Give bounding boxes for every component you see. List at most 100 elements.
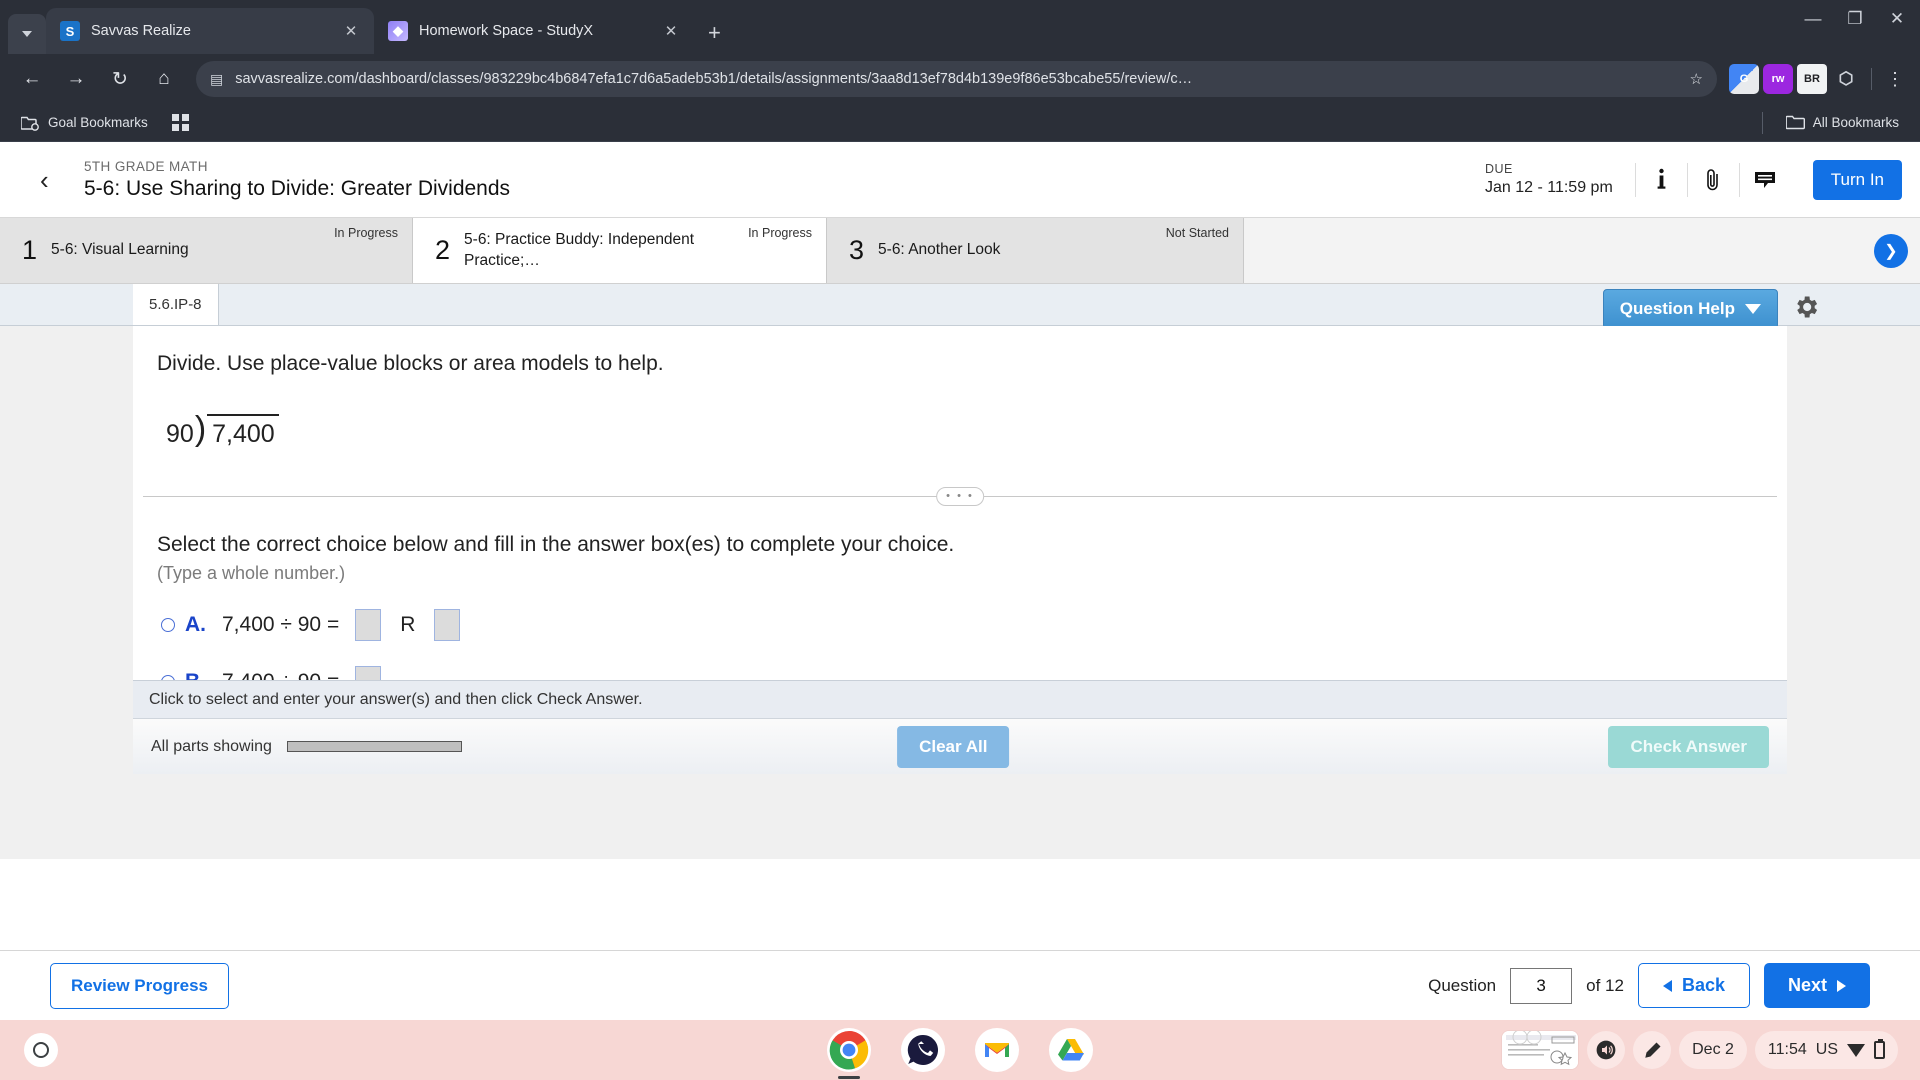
home-icon[interactable]: ⌂: [144, 59, 184, 99]
gear-glyph: [1797, 296, 1818, 317]
divider-dots[interactable]: • • •: [936, 487, 984, 506]
bookmark-goal-bookmarks[interactable]: Goal Bookmarks: [14, 112, 155, 134]
type-note: (Type a whole number.): [157, 563, 346, 583]
bookmarks-bar: Goal Bookmarks All Bookmarks: [0, 104, 1920, 142]
screen-root: S Savvas Realize ✕ ◆ Homework Space - St…: [0, 0, 1920, 1080]
chrome-icon[interactable]: [827, 1028, 871, 1079]
assignment-titles: 5TH GRADE MATH 5-6: Use Sharing to Divid…: [84, 159, 510, 201]
bookmark-apps-grid[interactable]: [165, 111, 196, 134]
section-label: 5-6: Practice Buddy: Independent Practic…: [464, 231, 695, 269]
battery-icon: [1874, 1039, 1885, 1059]
bookmark-label: Goal Bookmarks: [48, 115, 148, 130]
close-icon[interactable]: ✕: [340, 22, 362, 40]
tray-time: 11:54: [1767, 1041, 1807, 1058]
parts-slider[interactable]: [286, 741, 462, 752]
back-chevron-icon[interactable]: ‹: [40, 167, 70, 193]
status-tray-button[interactable]: 11:54 US: [1754, 1031, 1898, 1069]
parts-showing-label: All parts showing: [151, 737, 272, 755]
question-action-bar: All parts showing Clear All Check Answer: [133, 718, 1787, 774]
close-window-icon[interactable]: ✕: [1884, 8, 1910, 30]
answer-input-a1[interactable]: [355, 609, 382, 641]
date-tray-button[interactable]: Dec 2: [1679, 1031, 1747, 1069]
choice-expression: 7,400 ÷ 90 =: [222, 613, 340, 636]
back-icon[interactable]: ←: [12, 59, 52, 99]
toolbar-divider: [1871, 68, 1872, 90]
tab-title: Savvas Realize: [91, 23, 191, 39]
google-translate-extension-icon[interactable]: G: [1729, 64, 1759, 94]
radio-button-a[interactable]: [161, 618, 175, 632]
bookmarks-divider: [1761, 111, 1763, 134]
question-help-button[interactable]: Question Help: [1602, 289, 1778, 329]
tray-locale: US: [1815, 1041, 1838, 1058]
section-tabs-spacer: [1244, 218, 1920, 283]
pen-glyph: [1644, 1042, 1661, 1058]
close-icon[interactable]: ✕: [660, 22, 682, 40]
browser-toolbar: ← → ↻ ⌂ ▤ savvasrealize.com/dashboard/cl…: [0, 54, 1920, 104]
assignment-header-actions: DUE Jan 12 - 11:59 pm Turn In: [1484, 159, 1902, 200]
reload-icon[interactable]: ↻: [100, 59, 140, 99]
clear-all-button[interactable]: Clear All: [897, 725, 1010, 768]
comment-icon[interactable]: [1738, 162, 1791, 197]
back-button-label: Back: [1681, 975, 1725, 995]
extensions-puzzle-icon[interactable]: ⬡: [1831, 64, 1861, 94]
shelf-app-icons: [827, 1028, 1093, 1079]
section-tab-2[interactable]: 2 5-6: Practice Buddy: Independent Pract…: [413, 218, 827, 283]
site-info-icon[interactable]: ▤: [210, 71, 223, 88]
review-progress-button[interactable]: Review Progress: [50, 962, 230, 1009]
drive-glyph: [1052, 1031, 1090, 1069]
due-date: Jan 12 - 11:59 pm: [1484, 179, 1613, 196]
section-tab-3[interactable]: 3 5-6: Another Look Not Started: [827, 218, 1244, 283]
section-status: In Progress: [334, 226, 398, 240]
bookmark-star-icon[interactable]: ☆: [1690, 70, 1703, 88]
turn-in-button[interactable]: Turn In: [1812, 159, 1902, 200]
next-button[interactable]: Next: [1763, 963, 1870, 1008]
question-navigation: Question of 12 Back Next: [1428, 963, 1870, 1008]
phone-hub-icon[interactable]: [901, 1028, 945, 1072]
forward-icon[interactable]: →: [56, 59, 96, 99]
browser-tab-studyx[interactable]: ◆ Homework Space - StudyX ✕: [374, 8, 694, 54]
studyx-icon: ◆: [388, 21, 408, 41]
chevron-down-icon: [22, 31, 32, 37]
all-bookmarks-group: All Bookmarks: [1756, 111, 1906, 134]
url-text: savvasrealize.com/dashboard/classes/9832…: [235, 71, 1193, 87]
section-tab-1[interactable]: 1 5-6: Visual Learning In Progress: [0, 218, 413, 283]
remainder-label: R: [400, 613, 416, 636]
question-id-tab[interactable]: 5.6.IP-8: [133, 284, 219, 325]
choice-row-a[interactable]: A. 7,400 ÷ 90 = R: [133, 609, 1787, 641]
back-button[interactable]: Back: [1637, 963, 1750, 1008]
chrome-menu-icon[interactable]: ⋮: [1882, 69, 1908, 90]
gear-icon[interactable]: [1792, 293, 1820, 326]
new-tab-button[interactable]: +: [708, 22, 721, 44]
maximize-icon[interactable]: ❐: [1842, 8, 1868, 30]
folder-icon: [1785, 115, 1805, 130]
screen-preview-thumbnail[interactable]: [1501, 1030, 1580, 1070]
answer-input-a2[interactable]: [434, 609, 461, 641]
chevron-down-icon: [1745, 304, 1761, 314]
launcher-button[interactable]: [24, 1033, 58, 1067]
stylus-icon[interactable]: [1633, 1031, 1672, 1069]
folder-gear-icon: [21, 116, 39, 131]
audio-icon[interactable]: [1587, 1031, 1626, 1069]
address-bar[interactable]: ▤ savvasrealize.com/dashboard/classes/98…: [196, 61, 1717, 97]
window-controls: — ❐ ✕: [1800, 8, 1910, 30]
google-drive-icon[interactable]: [1049, 1028, 1093, 1072]
info-glyph: [1657, 169, 1666, 189]
question-number-input[interactable]: [1510, 967, 1573, 1004]
minimize-icon[interactable]: —: [1800, 8, 1826, 30]
br-extension-icon[interactable]: BR: [1797, 64, 1827, 94]
info-icon[interactable]: [1634, 162, 1687, 197]
section-status: Not Started: [1165, 226, 1229, 240]
sections-next-arrow-button[interactable]: ❯: [1874, 233, 1908, 268]
dividend: 7,400: [207, 414, 279, 449]
tab-search-button[interactable]: [8, 14, 46, 54]
question-prompt: Divide. Use place-value blocks or area m…: [157, 352, 664, 375]
rw-extension-icon[interactable]: rw: [1763, 64, 1793, 94]
browser-tab-savvas[interactable]: S Savvas Realize ✕: [46, 8, 374, 54]
section-number: 1: [22, 235, 38, 265]
attachment-icon[interactable]: [1686, 162, 1739, 197]
all-bookmarks-button[interactable]: All Bookmarks: [1779, 112, 1906, 133]
wifi-icon: [1847, 1043, 1865, 1057]
gmail-icon[interactable]: [975, 1028, 1019, 1072]
check-answer-button[interactable]: Check Answer: [1608, 725, 1769, 768]
phone-hub-glyph: [904, 1031, 942, 1069]
